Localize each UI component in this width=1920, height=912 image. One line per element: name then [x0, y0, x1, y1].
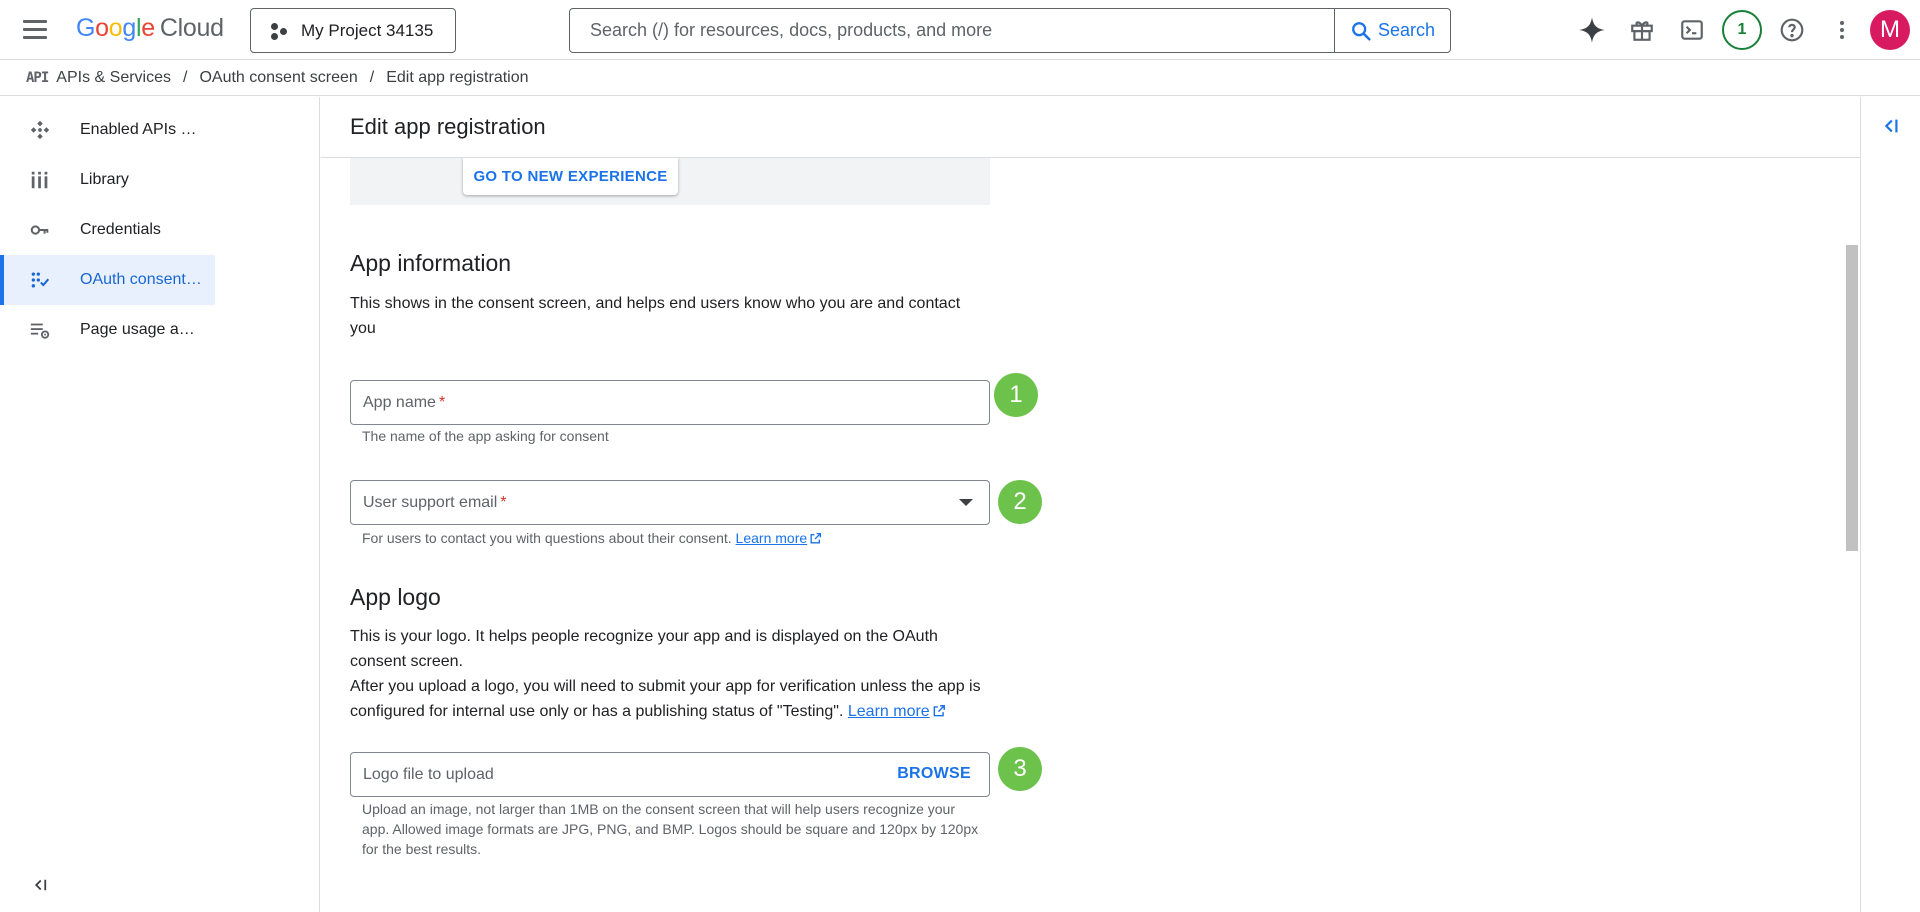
breadcrumb-apis-services[interactable]: APIs & Services	[56, 69, 171, 87]
notification-icon[interactable]: 1	[1722, 10, 1762, 50]
required-mark: *	[438, 393, 446, 411]
app-logo-description-2: After you upload a logo, you will need t…	[350, 674, 990, 724]
avatar[interactable]: M	[1870, 10, 1910, 50]
page-header: Edit app registration	[321, 97, 1860, 158]
hamburger-menu-icon[interactable]	[20, 14, 50, 44]
app-name-field[interactable]: App name *	[350, 380, 990, 425]
search-bar: Search	[569, 8, 1451, 53]
sidebar: Enabled APIs … Library Credentials OAuth…	[0, 97, 320, 912]
top-icon-bar: 1	[1572, 10, 1872, 50]
open-in-new-icon	[933, 705, 945, 717]
app-information-title: App information	[350, 250, 512, 276]
sidebar-item-library[interactable]: Library	[0, 155, 215, 205]
required-mark: *	[500, 493, 507, 511]
app-logo-description-1: This is your logo. It helps people recog…	[350, 628, 938, 670]
sidebar-item-label: Page usage a…	[80, 321, 195, 338]
logo-file-label: Logo file to upload	[363, 765, 494, 783]
breadcrumb-separator: /	[183, 69, 188, 86]
settings-list-icon	[28, 318, 52, 342]
sidebar-item-credentials[interactable]: Credentials	[0, 205, 215, 255]
notification-count: 1	[1722, 10, 1762, 50]
step-badge-1: 1	[994, 373, 1038, 417]
more-vert-icon[interactable]	[1822, 10, 1862, 50]
app-information-description: This shows in the consent screen, and he…	[350, 295, 961, 337]
sidebar-item-label: Enabled APIs …	[80, 121, 197, 138]
project-picker-button[interactable]: My Project 34135	[250, 8, 456, 53]
support-email-hint-text: For users to contact you with questions …	[362, 530, 732, 546]
main-content: GO TO NEW EXPERIENCE App information Thi…	[321, 158, 1844, 912]
learn-more-link[interactable]: Learn more	[736, 530, 808, 546]
sidebar-item-label: Credentials	[80, 221, 161, 238]
project-name: My Project 34135	[301, 20, 434, 40]
scrollbar-thumb[interactable]	[1846, 245, 1858, 551]
api-icon: API	[26, 70, 49, 86]
top-bar: GoogleCloud My Project 34135 Search 1	[0, 0, 1920, 60]
search-input[interactable]	[570, 9, 1334, 52]
breadcrumb: API APIs & Services / OAuth consent scre…	[0, 61, 1920, 96]
sidebar-item-oauth-consent[interactable]: OAuth consent…	[0, 255, 215, 305]
expand-panel-icon[interactable]	[1879, 115, 1903, 139]
right-rail	[1860, 97, 1920, 912]
app-name-label: App name	[363, 393, 436, 411]
key-icon	[28, 218, 52, 242]
step-badge-3: 3	[998, 747, 1042, 791]
help-icon[interactable]	[1772, 10, 1812, 50]
library-icon	[28, 168, 52, 192]
learn-more-link[interactable]: Learn more	[848, 703, 930, 720]
search-icon	[1352, 21, 1371, 41]
open-in-new-icon	[810, 532, 822, 544]
terminal-icon[interactable]	[1672, 10, 1712, 50]
sidebar-item-label: Library	[80, 171, 129, 188]
search-button[interactable]: Search	[1334, 9, 1450, 52]
sidebar-item-enabled-apis[interactable]: Enabled APIs …	[0, 105, 215, 155]
api-hub-icon	[28, 118, 52, 142]
gift-icon[interactable]	[1622, 10, 1662, 50]
logo-upload-hint: Upload an image, not larger than 1MB on …	[362, 801, 979, 857]
google-cloud-logo[interactable]: Google Cloud	[76, 14, 224, 43]
new-experience-banner: GO TO NEW EXPERIENCE	[350, 158, 990, 205]
search-button-label: Search	[1377, 20, 1436, 40]
collapse-sidebar-icon[interactable]	[28, 873, 52, 897]
dropdown-arrow-icon	[959, 499, 973, 506]
browse-button[interactable]: BROWSE	[897, 765, 971, 783]
page-title: Edit app registration	[350, 114, 546, 139]
support-email-label: User support email	[363, 493, 498, 511]
sidebar-item-label: OAuth consent…	[80, 271, 202, 288]
project-hub-icon	[269, 21, 289, 41]
breadcrumb-oauth-consent[interactable]: OAuth consent screen	[199, 69, 357, 87]
go-to-new-experience-button[interactable]: GO TO NEW EXPERIENCE	[463, 158, 678, 195]
logo-file-field[interactable]: Logo file to upload BROWSE	[350, 752, 990, 797]
app-logo-title: App logo	[350, 584, 441, 610]
support-email-hint: For users to contact you with questions …	[362, 528, 982, 548]
sidebar-item-page-usage[interactable]: Page usage a…	[0, 305, 215, 355]
app-name-hint: The name of the app asking for consent	[362, 428, 609, 444]
gemini-sparkle-icon[interactable]	[1572, 10, 1612, 50]
oauth-icon	[28, 268, 52, 292]
user-support-email-select[interactable]: User support email *	[350, 480, 990, 525]
step-badge-2: 2	[998, 480, 1042, 524]
breadcrumb-separator: /	[369, 69, 375, 86]
breadcrumb-current: Edit app registration	[386, 69, 529, 86]
